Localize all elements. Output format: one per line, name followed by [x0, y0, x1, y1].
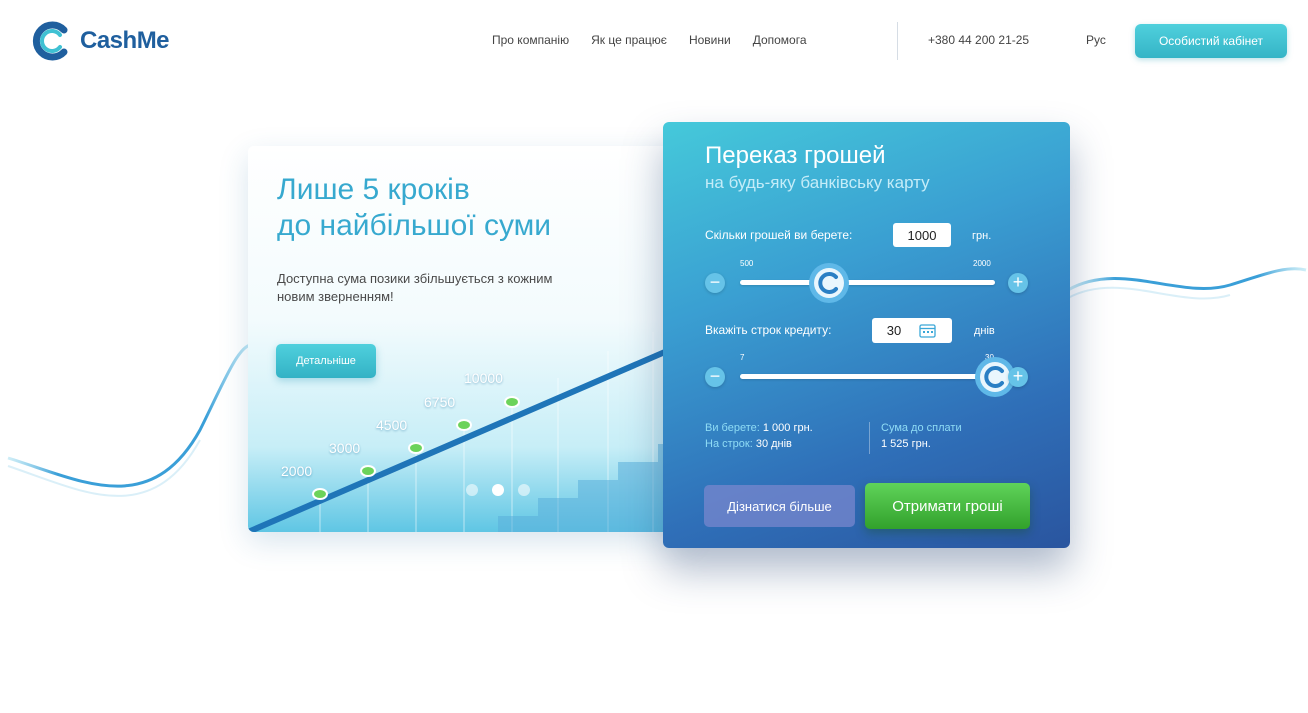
learn-more-button[interactable]: Дізнатися більше [704, 485, 855, 527]
term-input[interactable] [872, 318, 916, 343]
summary-take-value: 1 000 грн. [762, 422, 813, 434]
summary-term-label: На строк: [705, 438, 753, 450]
promo-description: Доступна сума позики збільшується з кожн… [277, 270, 637, 306]
get-money-button[interactable]: Отримати гроші [865, 483, 1030, 529]
loan-calculator: Переказ грошей на будь-яку банківську ка… [663, 122, 1070, 548]
summary-pay-value: 1 525 грн. [881, 438, 931, 450]
amount-unit: грн. [972, 230, 992, 242]
promo-text-line1: Доступна сума позики збільшується з кожн… [277, 271, 553, 286]
term-field[interactable] [872, 318, 952, 343]
promo-title-line2: до найбільшої суми [277, 209, 551, 242]
amount-label: Скільки грошей ви берете: [705, 228, 853, 242]
slider-dot-2[interactable] [492, 484, 504, 496]
amount-max: 2000 [973, 259, 991, 268]
summary-divider [869, 422, 870, 454]
term-decrease-button[interactable]: − [705, 367, 725, 387]
promo-title: Лише 5 кроків до найбільшої суми [277, 172, 551, 244]
term-slider-track[interactable] [740, 374, 995, 379]
promo-title-line1: Лише 5 кроків [277, 173, 470, 206]
summary-right: Сума до сплати 1 525 грн. [881, 420, 962, 452]
summary-term-value: 30 днів [755, 438, 792, 450]
amount-increase-button[interactable]: + [1008, 273, 1028, 293]
promo-card: Лише 5 кроків до найбільшої суми Доступн… [248, 146, 688, 532]
step-label-2: 3000 [329, 440, 361, 456]
amount-decrease-button[interactable]: − [705, 273, 725, 293]
term-unit: днів [974, 325, 995, 337]
calculator-subtitle: на будь-яку банківську карту [705, 173, 930, 192]
step-label-3: 4500 [376, 417, 408, 433]
step-label-1: 2000 [281, 463, 313, 479]
term-min: 7 [740, 353, 745, 362]
term-increase-button[interactable]: + [1008, 367, 1028, 387]
slider-dot-1[interactable] [466, 484, 478, 496]
term-label: Вкажіть строк кредиту: [705, 323, 832, 337]
step-label-4: 6750 [424, 394, 456, 410]
amount-slider-handle[interactable] [808, 262, 850, 304]
summary-take-label: Ви берете: [705, 422, 760, 434]
calendar-icon[interactable] [919, 323, 936, 338]
summary-left: Ви берете: 1 000 грн. На строк: 30 днів [705, 420, 813, 452]
slider-dots [466, 484, 544, 496]
amount-input[interactable] [893, 223, 951, 247]
details-button[interactable]: Детальніше [276, 344, 376, 378]
summary-pay-label: Сума до сплати [881, 422, 962, 434]
step-label-5: 10000 [464, 370, 503, 386]
amount-slider-track[interactable] [740, 280, 995, 285]
amount-min: 500 [740, 259, 754, 268]
slider-dot-3[interactable] [518, 484, 530, 496]
promo-text-line2: новим зверненням! [277, 289, 394, 304]
calculator-title: Переказ грошей [705, 142, 886, 169]
